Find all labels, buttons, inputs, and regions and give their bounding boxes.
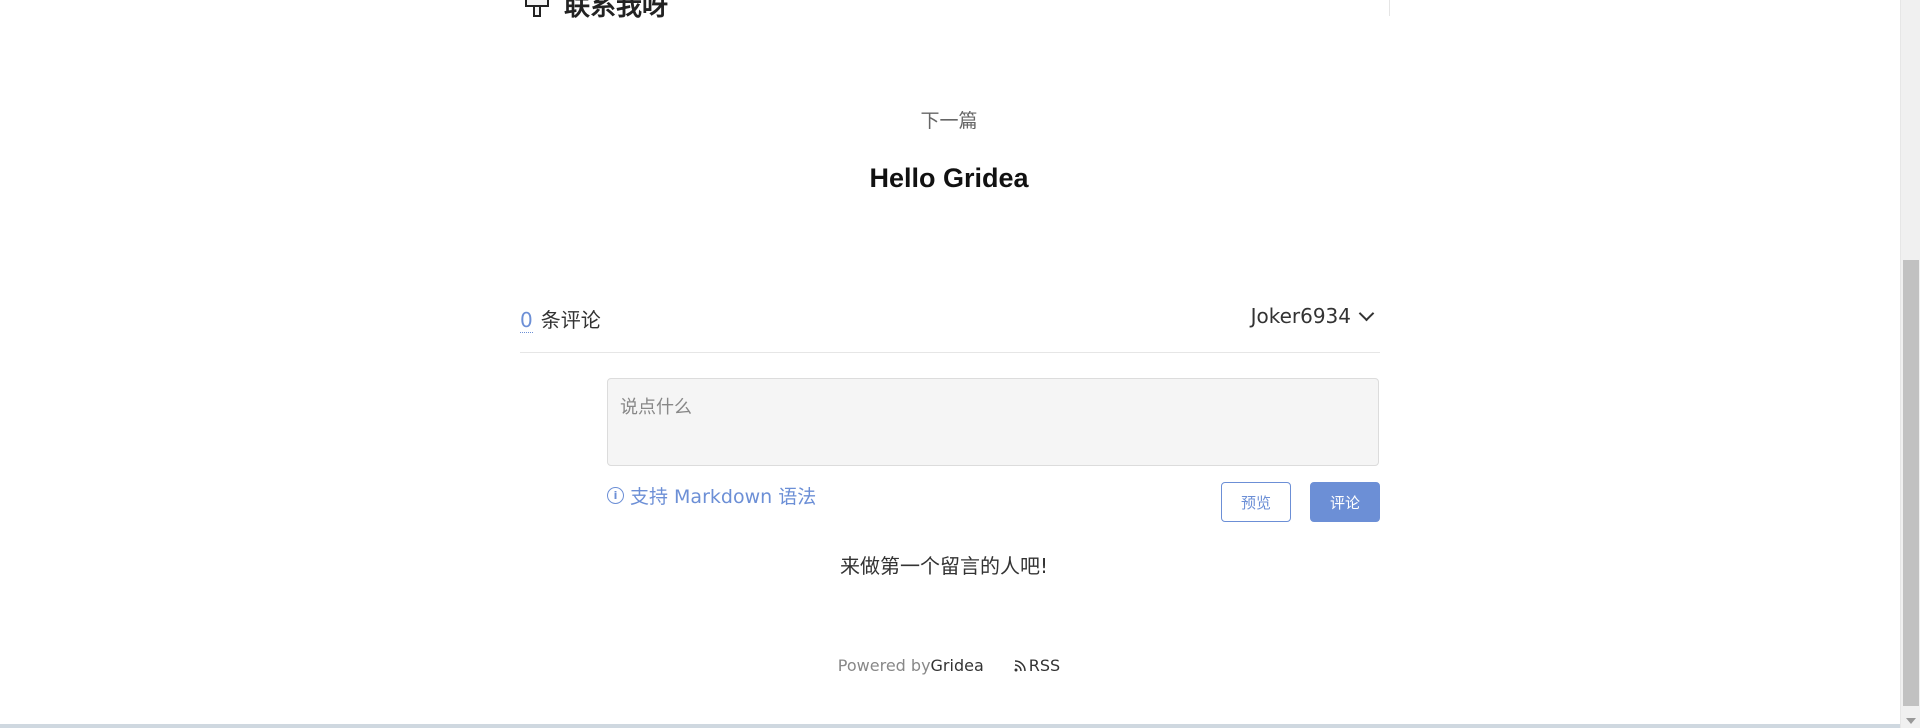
comment-count-label: 条评论 <box>540 308 601 332</box>
empty-comments-message: 来做第一个留言的人吧! <box>839 554 1049 578</box>
submit-comment-button[interactable]: 评论 <box>1310 482 1380 522</box>
contact-heading: 联系我呀 <box>522 0 668 23</box>
gridea-link[interactable]: Gridea <box>931 656 984 675</box>
next-post-link[interactable]: Hello Gridea <box>0 163 1898 194</box>
scrollbar-thumb[interactable] <box>1903 260 1919 706</box>
chevron-down-icon <box>1358 305 1375 321</box>
rss-label: RSS <box>1028 656 1061 675</box>
divider <box>1389 0 1390 16</box>
username: Joker6934 <box>1250 304 1351 328</box>
comment-input[interactable] <box>607 378 1379 466</box>
footer: Powered byGridea RSS <box>0 656 1898 675</box>
powered-by: Powered byGridea <box>838 656 984 675</box>
page: 联系我呀 下一篇 Hello Gridea 0 条评论 Joker6934 i 支… <box>0 0 1920 728</box>
scrollbar[interactable] <box>1900 0 1920 728</box>
preview-button[interactable]: 预览 <box>1221 482 1291 522</box>
rss-link[interactable]: RSS <box>1014 656 1060 675</box>
contact-heading-text: 联系我呀 <box>564 0 669 22</box>
comments-header: 0 条评论 Joker6934 <box>520 300 1380 353</box>
next-post-label: 下一篇 <box>920 110 978 132</box>
scroll-down-icon[interactable] <box>1906 718 1916 724</box>
markdown-hint-link[interactable]: i 支持 Markdown 语法 <box>607 482 816 509</box>
hand-point-icon <box>525 0 549 17</box>
user-menu[interactable]: Joker6934 <box>1250 304 1375 328</box>
comment-count: 0 条评论 <box>520 304 601 333</box>
comment-count-number: 0 <box>520 308 533 333</box>
markdown-hint-text: 支持 Markdown 语法 <box>630 486 817 508</box>
info-icon: i <box>607 487 624 504</box>
rss-icon <box>1014 660 1026 672</box>
powered-by-label: Powered by <box>837 656 931 675</box>
bottom-bar <box>0 724 1900 728</box>
